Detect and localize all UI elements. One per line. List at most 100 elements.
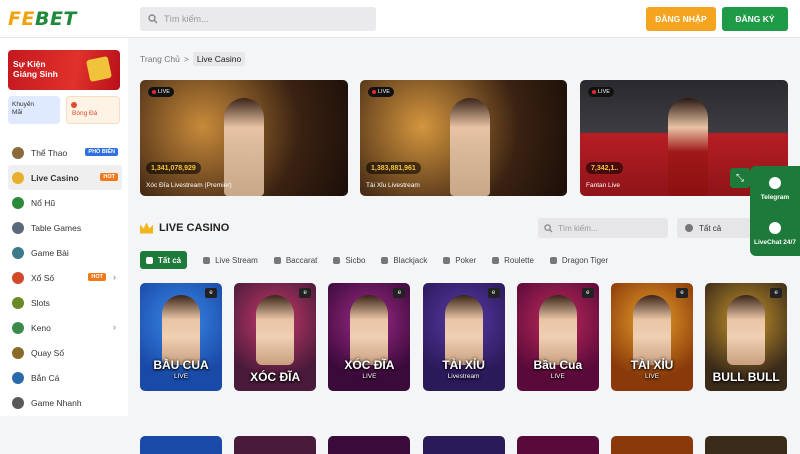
game-artwork xyxy=(538,295,577,365)
provider-icon: e xyxy=(393,288,406,298)
live-dot-icon xyxy=(71,102,77,108)
breadcrumb-home[interactable]: Trang Chủ xyxy=(140,54,180,64)
game-subtitle: LIVE xyxy=(173,373,189,380)
jackpot-amount: 1,383,881,961 xyxy=(366,162,421,174)
sidebar-item[interactable]: Keno › xyxy=(8,315,122,340)
livechat-button[interactable]: LiveChat 24/7 xyxy=(750,211,800,256)
sidebar-item[interactable]: Slots xyxy=(8,290,122,315)
filter-chip[interactable]: Poker xyxy=(443,251,476,269)
sidebar-item-icon xyxy=(12,346,24,359)
game-subtitle: LIVE xyxy=(550,373,565,380)
breadcrumb: Trang Chủ > Live Casino xyxy=(140,52,246,66)
game-card[interactable]: e Bầu Cua LIVE xyxy=(516,283,599,391)
header: FEBET Tìm kiếm... ĐĂNG NHẬP ĐĂNG KÝ xyxy=(0,0,800,38)
search-placeholder: Tìm kiếm... xyxy=(164,14,209,24)
jackpot-amount: 1,341,078,929 xyxy=(146,162,201,174)
category-filters: Tất cả Live Stream Baccarat Sicbo Blackjack P… xyxy=(140,251,624,269)
filter-label: Baccarat xyxy=(285,255,318,265)
febet-logo[interactable]: FEBET xyxy=(8,8,118,30)
filter-chip[interactable]: Sicbo xyxy=(333,251,365,269)
register-button[interactable]: ĐĂNG KÝ xyxy=(722,7,788,31)
filter-chip[interactable]: Blackjack xyxy=(381,251,427,269)
football-banner[interactable]: Bóng Đá xyxy=(66,96,120,124)
filter-chip[interactable]: Baccarat xyxy=(273,251,318,269)
game-card-partial[interactable] xyxy=(705,436,788,454)
sidebar-item-label: Bắn Cá xyxy=(31,372,60,383)
crown-icon xyxy=(140,222,153,234)
filter-chip[interactable]: Tất cả xyxy=(140,251,188,269)
game-artwork xyxy=(162,295,200,365)
livechat-label: LiveChat 24/7 xyxy=(754,238,796,246)
featured-game-card[interactable]: LIVE 1,383,881,961 Tài Xỉu Livestream xyxy=(360,80,567,196)
header-search[interactable]: Tìm kiếm... xyxy=(140,7,376,31)
featured-game-card[interactable]: LIVE 1,341,078,929 Xóc Đĩa Livestream (P… xyxy=(140,80,348,196)
filter-label: Dragon Tiger xyxy=(561,255,609,265)
game-card[interactable]: e BẦU CUA LIVE xyxy=(140,283,222,391)
filter-chip[interactable]: Roulette xyxy=(492,251,534,269)
game-title: XÓC ĐĨA LIVE xyxy=(328,359,410,383)
christmas-event-banner[interactable]: Sự Kiện Giáng Sinh xyxy=(8,50,120,90)
sidebar-item-label: Live Casino xyxy=(31,172,79,183)
sidebar-item-badge: PHỔ BIẾN xyxy=(85,148,118,156)
sidebar-item-label: Xổ Số xyxy=(31,272,55,283)
login-button[interactable]: ĐĂNG NHẬP xyxy=(646,7,716,31)
sidebar-item[interactable]: Table Games xyxy=(8,215,122,240)
game-card[interactable]: e TÀI XỈU Livestream xyxy=(422,283,505,391)
search-icon xyxy=(544,223,553,233)
sidebar-item-label: Thể Thao xyxy=(31,147,68,158)
game-artwork xyxy=(444,295,483,365)
sidebar-item[interactable]: Live Casino HOT xyxy=(8,165,122,190)
promotions-banner[interactable]: Khuyến Mãi xyxy=(8,96,60,124)
sidebar-item[interactable]: Thể Thao PHỔ BIẾN xyxy=(8,140,122,165)
select-icon xyxy=(685,224,693,232)
sidebar-item[interactable]: Nổ Hũ xyxy=(8,190,122,215)
filter-chip[interactable]: Live Stream xyxy=(203,251,258,269)
sidebar-item[interactable]: Xổ Số HOT › xyxy=(8,265,122,290)
provider-icon: e xyxy=(770,288,783,298)
game-title: TÀI XỈU Livestream xyxy=(423,359,505,383)
collapse-icon[interactable]: ⤡ xyxy=(730,168,750,188)
provider-icon: e xyxy=(581,288,594,298)
game-search-input[interactable]: Tìm kiếm... xyxy=(538,218,668,238)
game-subtitle: LIVE xyxy=(362,373,377,380)
chat-icon xyxy=(769,221,781,234)
game-card-partial[interactable] xyxy=(516,436,599,454)
sidebar-item-icon xyxy=(12,396,24,409)
contact-panel: Telegram LiveChat 24/7 xyxy=(750,166,800,256)
game-card-partial[interactable] xyxy=(328,436,411,454)
game-card-partial[interactable] xyxy=(140,436,222,454)
filter-icon xyxy=(492,256,500,264)
filter-label: Tất cả xyxy=(158,255,182,265)
dealer-figure xyxy=(450,98,490,196)
provider-select[interactable]: Tất cả xyxy=(677,218,751,238)
sidebar-item-label: Nổ Hũ xyxy=(31,197,56,208)
game-card[interactable]: e XÓC ĐĨA xyxy=(234,283,317,391)
sidebar-item[interactable]: Game Bài xyxy=(8,240,122,265)
sidebar-item[interactable]: Bắn Cá xyxy=(8,365,122,390)
sidebar-item-label: Quay Số xyxy=(31,347,65,358)
game-title: XÓC ĐĨA xyxy=(250,370,301,384)
select-value: Tất cả xyxy=(699,223,722,233)
game-card-partial[interactable] xyxy=(422,436,505,454)
filter-chip[interactable]: Dragon Tiger xyxy=(549,251,609,269)
game-title: BULL BULL xyxy=(712,370,780,384)
filter-label: Live Stream xyxy=(215,255,258,265)
sidebar-item[interactable]: Quay Số xyxy=(8,340,122,365)
game-card-partial[interactable] xyxy=(234,436,317,454)
live-badge: LIVE xyxy=(588,87,614,97)
filter-icon xyxy=(443,256,451,264)
breadcrumb-current: Live Casino xyxy=(192,52,246,66)
provider-icon: e xyxy=(676,288,688,298)
sidebar-item[interactable]: Game Nhanh xyxy=(8,390,122,415)
telegram-button[interactable]: Telegram xyxy=(750,166,800,211)
featured-title: Tài Xỉu Livestream xyxy=(366,182,420,189)
game-card[interactable]: e TÀI XỈU LIVE xyxy=(611,283,693,391)
filter-icon xyxy=(203,256,211,264)
game-card-partial[interactable] xyxy=(611,436,693,454)
telegram-label: Telegram xyxy=(760,193,790,201)
filter-icon xyxy=(146,256,153,264)
live-badge: LIVE xyxy=(148,87,174,97)
game-card[interactable]: e BULL BULL xyxy=(705,283,788,391)
game-card[interactable]: e XÓC ĐĨA LIVE xyxy=(328,283,411,391)
filter-icon xyxy=(381,256,389,264)
